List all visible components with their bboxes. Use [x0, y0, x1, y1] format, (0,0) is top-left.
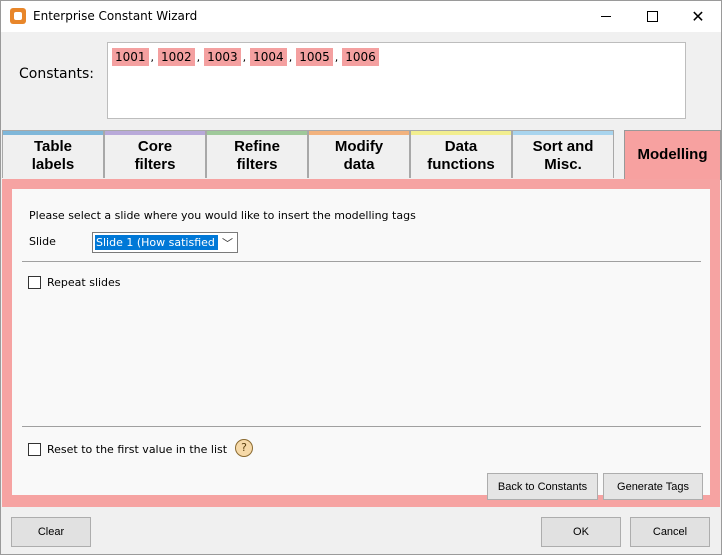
clear-button[interactable]: Clear: [11, 517, 91, 547]
divider: [22, 426, 701, 427]
repeat-slides-checkbox[interactable]: Repeat slides: [28, 276, 121, 289]
constant-chip[interactable]: 1005: [296, 48, 333, 66]
repeat-slides-label: Repeat slides: [47, 276, 121, 289]
tab-color-stripe: [513, 131, 613, 135]
constant-chip[interactable]: 1003: [204, 48, 241, 66]
chip-separator: ,: [288, 50, 293, 64]
instruction-text: Please select a slide where you would li…: [29, 209, 416, 222]
divider: [22, 261, 701, 262]
reset-first-checkbox[interactable]: Reset to the first value in the list: [28, 443, 227, 456]
wizard-window: Enterprise Constant Wizard ✕ Constants: …: [0, 0, 722, 555]
constant-chip[interactable]: 1001: [112, 48, 149, 66]
checkbox-box[interactable]: [28, 443, 41, 456]
help-icon[interactable]: ?: [235, 439, 253, 457]
tab-color-stripe: [3, 131, 103, 135]
tab-label: Data functions: [427, 138, 495, 173]
tab-label: Sort and Misc.: [532, 138, 594, 173]
modelling-content: Please select a slide where you would li…: [12, 189, 710, 500]
constant-chip[interactable]: 1006: [342, 48, 379, 66]
ok-button[interactable]: OK: [541, 517, 621, 547]
tab-strip: Table labels Core filters Refine filters Mo…: [2, 130, 721, 180]
chevron-down-icon: ﹀: [222, 237, 233, 250]
maximize-button[interactable]: [629, 1, 675, 32]
tab-core-filters[interactable]: Core filters: [104, 130, 206, 178]
constant-chip-list: 1001, 1002, 1003, 1004, 1005, 1006: [112, 48, 379, 66]
chip-separator: ,: [242, 50, 247, 64]
constant-chip[interactable]: 1004: [250, 48, 287, 66]
minimize-icon: [601, 16, 611, 17]
modelling-panel: Please select a slide where you would li…: [2, 179, 720, 507]
tab-label: Table labels: [31, 138, 75, 173]
tab-label: Modelling: [637, 146, 708, 163]
tab-refine-filters[interactable]: Refine filters: [206, 130, 308, 178]
minimize-button[interactable]: [583, 1, 629, 32]
tab-color-stripe: [309, 131, 409, 135]
title-bar: Enterprise Constant Wizard ✕: [1, 1, 721, 32]
chip-separator: ,: [196, 50, 201, 64]
tab-data-functions[interactable]: Data functions: [410, 130, 512, 178]
tab-label: Modify data: [334, 138, 384, 173]
constants-field[interactable]: 1001, 1002, 1003, 1004, 1005, 1006: [107, 42, 686, 119]
close-icon: ✕: [691, 6, 705, 26]
constants-label: Constants:: [19, 66, 94, 82]
tab-color-stripe: [105, 131, 205, 135]
close-button[interactable]: ✕: [675, 1, 721, 32]
cancel-button[interactable]: Cancel: [630, 517, 710, 547]
tab-modelling[interactable]: Modelling: [624, 130, 721, 180]
tab-label: Refine filters: [234, 138, 280, 173]
tab-label: Core filters: [134, 138, 176, 173]
tab-modify-data[interactable]: Modify data: [308, 130, 410, 178]
checkbox-box[interactable]: [28, 276, 41, 289]
chip-separator: ,: [334, 50, 339, 64]
window-title: Enterprise Constant Wizard: [33, 9, 198, 23]
slide-select-value: Slide 1 (How satisfied are: [95, 235, 218, 250]
chip-separator: ,: [150, 50, 155, 64]
slide-select[interactable]: Slide 1 (How satisfied are ﹀: [92, 232, 238, 253]
tab-color-stripe: [207, 131, 307, 135]
reset-first-label: Reset to the first value in the list: [47, 443, 228, 456]
app-icon: [10, 8, 26, 24]
tab-table-labels[interactable]: Table labels: [2, 130, 104, 178]
generate-tags-button[interactable]: Generate Tags: [603, 473, 703, 500]
maximize-icon: [646, 11, 658, 22]
slide-label: Slide: [29, 235, 56, 248]
constant-chip[interactable]: 1002: [158, 48, 195, 66]
tab-color-stripe: [411, 131, 511, 135]
back-to-constants-button[interactable]: Back to Constants: [487, 473, 598, 500]
tab-sort-and-misc[interactable]: Sort and Misc.: [512, 130, 614, 178]
